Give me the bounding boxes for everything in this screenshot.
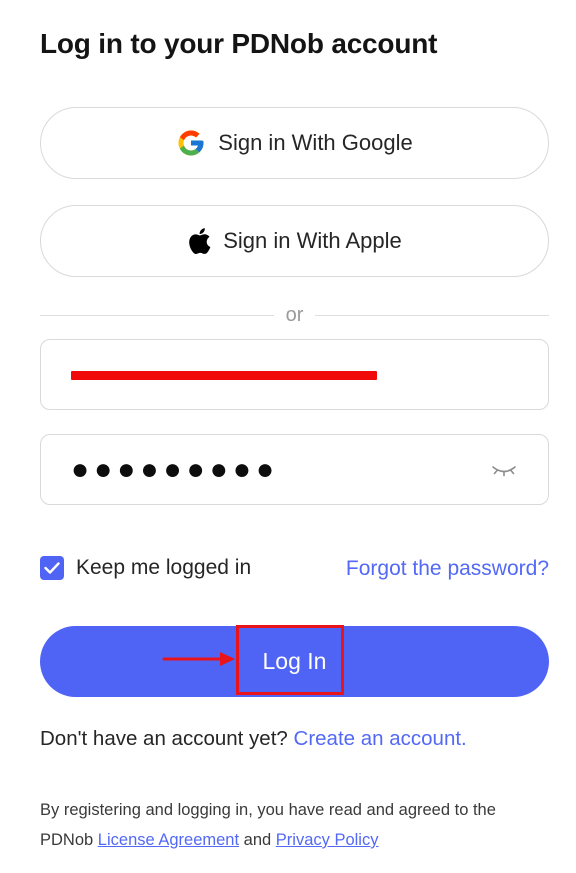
legal-notice: By registering and logging in, you have … (40, 795, 550, 855)
license-agreement-link[interactable]: License Agreement (98, 831, 239, 849)
login-button-label: Log In (262, 648, 327, 674)
signup-prompt-text: Don't have an account yet? (40, 727, 288, 750)
google-icon (176, 128, 206, 158)
apple-icon (187, 227, 211, 255)
google-signin-button[interactable]: Sign in With Google (40, 107, 549, 179)
create-account-link[interactable]: Create an account. (294, 727, 467, 750)
page-title: Log in to your PDNob account (40, 28, 438, 59)
check-icon (44, 562, 60, 574)
email-field-container (40, 339, 549, 410)
apple-signin-button[interactable]: Sign in With Apple (40, 205, 549, 277)
keep-logged-in-toggle[interactable]: Keep me logged in (40, 556, 251, 580)
password-input[interactable]: ●●●●●●●●● (71, 435, 279, 504)
google-signin-label: Sign in With Google (218, 130, 413, 155)
divider-line-left (40, 314, 274, 316)
divider-text: or (285, 303, 304, 326)
or-divider: or (40, 302, 550, 328)
apple-signin-label: Sign in With Apple (223, 228, 402, 253)
login-button[interactable]: Log In (40, 626, 549, 697)
keep-logged-in-checkbox[interactable] (40, 556, 64, 580)
legal-and: and (243, 831, 272, 849)
divider-line-right (315, 314, 550, 316)
forgot-password-link[interactable]: Forgot the password? (346, 556, 549, 582)
privacy-policy-link[interactable]: Privacy Policy (276, 831, 379, 849)
signup-prompt: Don't have an account yet? Create an acc… (40, 727, 467, 751)
password-field-container[interactable]: ●●●●●●●●● (40, 434, 549, 505)
keep-logged-in-label: Keep me logged in (76, 556, 252, 579)
email-redaction-mark (71, 371, 377, 380)
eye-closed-icon[interactable] (490, 459, 518, 481)
